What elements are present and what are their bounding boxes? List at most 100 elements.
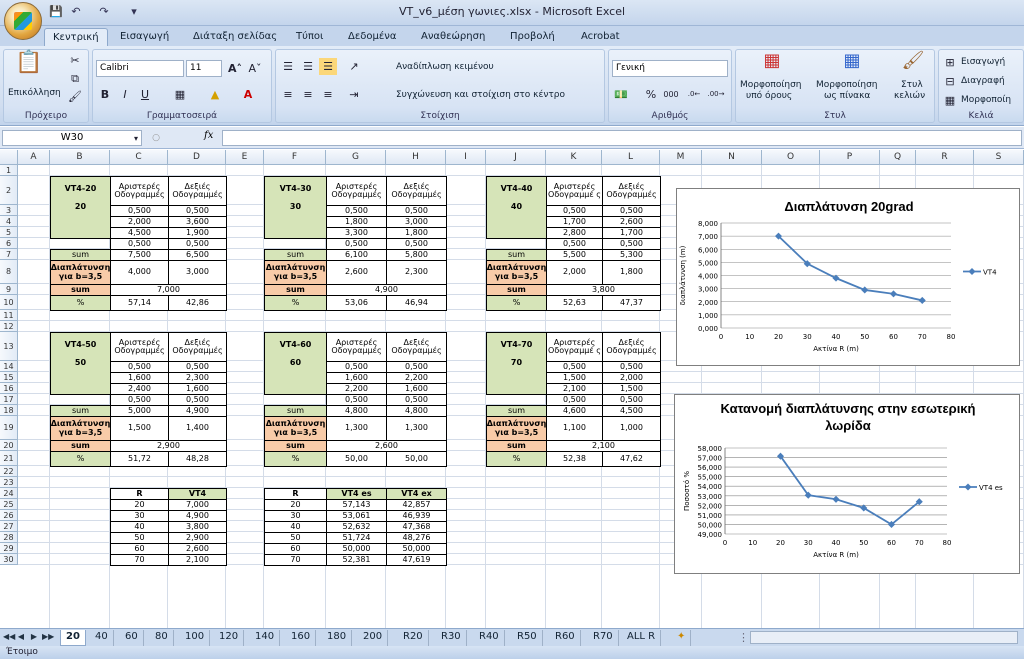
percent-label[interactable]: % [486, 451, 547, 467]
sheet-tab-R20[interactable]: R20 [398, 630, 429, 646]
insert-function-icon[interactable]: fx [204, 130, 220, 146]
last-sheet-icon[interactable]: ▶▶ [42, 631, 54, 643]
chart-1[interactable]: Κατανομή διαπλάτυνσης στην εσωτερική λωρί… [674, 394, 1020, 574]
block-name-cell[interactable]: VT4-30 30 [264, 176, 327, 239]
block-name-cell[interactable]: VT4-20 20 [50, 176, 111, 239]
block-name-cell[interactable]: VT4-60 60 [264, 332, 327, 395]
widening-label[interactable]: Διαπλάτυνση για b=3,5 [486, 416, 547, 441]
summary-cell[interactable]: 70 [110, 554, 169, 566]
formula-input[interactable] [222, 130, 1022, 146]
column-header[interactable]: S [974, 150, 1024, 165]
column-header[interactable]: D [168, 150, 226, 165]
row-header[interactable]: 16 [0, 383, 18, 394]
column-header[interactable]: N [702, 150, 762, 165]
number-format-select[interactable]: Γενική [612, 60, 728, 77]
format-as-table-icon[interactable]: ▦ [840, 52, 864, 76]
block-name-cell[interactable]: VT4-40 40 [486, 176, 547, 239]
left-lanes-header[interactable]: Αριστερές Οδογραμμές [110, 176, 169, 206]
widening-label[interactable]: Διαπλάτυνση για b=3,5 [50, 416, 111, 441]
row-header[interactable]: 24 [0, 488, 18, 499]
column-header[interactable]: J [486, 150, 546, 165]
sheet-tab-R30[interactable]: R30 [436, 630, 467, 646]
row-header[interactable]: 2 [0, 176, 18, 205]
format-as-table-button[interactable]: Μορφοποίηση [816, 80, 878, 90]
left-lanes-header[interactable]: Αριστερές Οδογραμμές [326, 176, 387, 206]
cell-styles-icon[interactable]: 🖌 [901, 52, 925, 76]
format-cells-button[interactable]: Μορφοποίη [961, 95, 1011, 105]
currency-icon[interactable]: 💵 [612, 86, 630, 103]
row-header[interactable]: 13 [0, 332, 18, 361]
wrap-text-button[interactable]: Αναδίπλωση κειμένου [396, 62, 494, 72]
percent-right-cell[interactable]: 48,28 [168, 451, 227, 467]
widening-label[interactable]: Διαπλάτυνση για b=3,5 [264, 260, 327, 285]
comma-style-icon[interactable]: 000 [662, 86, 680, 103]
format-painter-icon[interactable]: 🖌 [66, 88, 84, 105]
row-header[interactable]: 27 [0, 521, 18, 532]
widening-left-cell[interactable]: 4,000 [110, 260, 169, 285]
align-left-icon[interactable]: ≡ [279, 86, 297, 103]
percent-right-cell[interactable]: 42,86 [168, 295, 227, 311]
row-header[interactable]: 26 [0, 510, 18, 521]
sheet-tab-R40[interactable]: R40 [474, 630, 505, 646]
insert-cells-button[interactable]: Εισαγωγή [961, 57, 1005, 67]
widening-left-cell[interactable]: 2,600 [326, 260, 387, 285]
row-header[interactable]: 30 [0, 554, 18, 565]
borders-icon[interactable]: ▦ [171, 86, 189, 103]
sheet-tab-80[interactable]: 80 [150, 630, 174, 646]
column-header[interactable]: Q [880, 150, 916, 165]
column-header[interactable]: M [660, 150, 702, 165]
widening-left-cell[interactable]: 2,000 [546, 260, 603, 285]
copy-icon[interactable]: ⧉ [66, 70, 84, 87]
row-header[interactable]: 3 [0, 205, 18, 216]
align-middle-icon[interactable]: ☰ [299, 58, 317, 75]
summary-cell[interactable]: 2,100 [168, 554, 227, 566]
left-lanes-header[interactable]: Αριστερές Οδογραμμές [326, 332, 387, 362]
column-header[interactable]: C [110, 150, 168, 165]
align-center-icon[interactable]: ≡ [299, 86, 317, 103]
tab-home[interactable]: Κεντρική [44, 28, 108, 46]
column-header[interactable]: I [446, 150, 486, 165]
percent-label[interactable]: % [264, 451, 327, 467]
percent-left-cell[interactable]: 51,72 [110, 451, 169, 467]
column-header[interactable]: F [264, 150, 326, 165]
block-name-cell[interactable]: VT4-70 70 [486, 332, 547, 395]
row-header[interactable]: 20 [0, 440, 18, 451]
new-sheet-icon[interactable]: ✦ [672, 630, 692, 646]
widening-right-cell[interactable]: 1,000 [602, 416, 661, 441]
widening-right-cell[interactable]: 1,300 [386, 416, 447, 441]
namebox-dropdown-icon[interactable]: ▾ [130, 130, 142, 146]
tab-formulas[interactable]: Τύποι [288, 28, 331, 46]
widening-left-cell[interactable]: 1,100 [546, 416, 603, 441]
formula-zoom-icon[interactable]: ○ [148, 130, 164, 146]
format-cells-icon[interactable]: ▦ [941, 92, 959, 109]
underline-icon[interactable]: U [136, 86, 154, 103]
summary-cell[interactable]: 47,619 [386, 554, 447, 566]
horizontal-scrollbar[interactable] [750, 631, 1018, 644]
percent-left-cell[interactable]: 52,38 [546, 451, 603, 467]
shrink-font-icon[interactable]: Aˇ [246, 60, 264, 77]
row-header[interactable]: 17 [0, 394, 18, 405]
widening-right-cell[interactable]: 2,300 [386, 260, 447, 285]
paste-button[interactable]: Επικόλληση [8, 88, 61, 98]
row-header[interactable]: 23 [0, 477, 18, 488]
row-header[interactable]: 10 [0, 295, 18, 310]
row-header[interactable]: 15 [0, 372, 18, 383]
row-header[interactable]: 18 [0, 405, 18, 416]
align-bottom-icon[interactable]: ☰ [319, 58, 337, 75]
sheet-tab-100[interactable]: 100 [180, 630, 211, 646]
percent-label[interactable]: % [50, 451, 111, 467]
column-header[interactable]: P [820, 150, 880, 165]
font-family-select[interactable]: Calibri [96, 60, 184, 77]
sheet-tab-140[interactable]: 140 [250, 630, 281, 646]
name-box[interactable]: W30 [2, 130, 142, 146]
tab-review[interactable]: Αναθεώρηση [413, 28, 493, 46]
delete-cells-button[interactable]: Διαγραφή [961, 76, 1005, 86]
indent-icon[interactable]: ⇥ [345, 86, 363, 103]
column-header[interactable]: K [546, 150, 602, 165]
right-lanes-header[interactable]: Δεξιές Οδογραμμές [386, 332, 447, 362]
delete-cells-icon[interactable]: ⊟ [941, 73, 959, 90]
left-lanes-header[interactable]: Αριστερές Οδογραμμέ ς [546, 176, 603, 206]
fill-color-icon[interactable]: ▲ [206, 86, 224, 103]
align-top-icon[interactable]: ☰ [279, 58, 297, 75]
align-right-icon[interactable]: ≡ [319, 86, 337, 103]
